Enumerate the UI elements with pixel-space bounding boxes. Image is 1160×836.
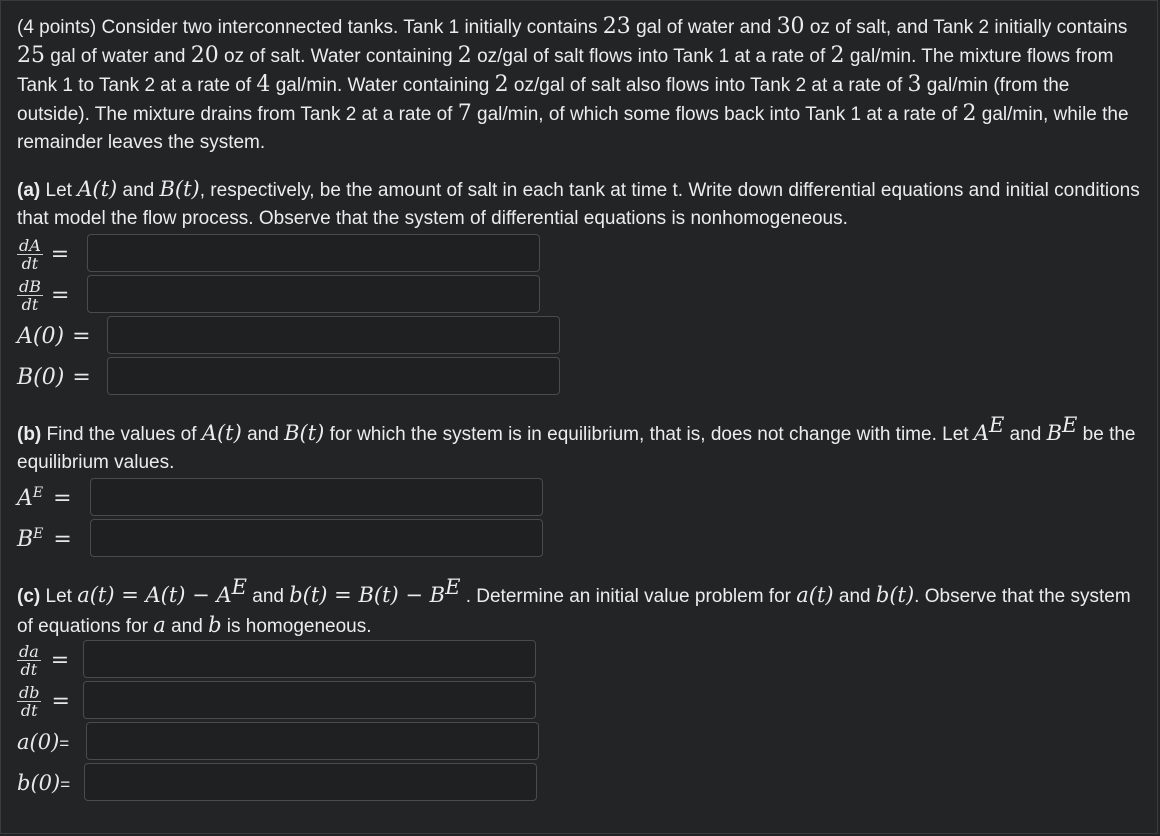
part-c-prompt: (c) Let a(t) = A(t) − AE and b(t) = B(t)… xyxy=(17,575,1131,638)
dB-dt-input[interactable] xyxy=(87,275,540,313)
part-b-label: (b) xyxy=(17,424,42,445)
dB-dt-label: dB dt = xyxy=(17,276,70,314)
problem-statement: (4 points) Consider two interconnected t… xyxy=(17,14,1129,153)
db-dt-input[interactable] xyxy=(83,681,536,719)
B0-input[interactable] xyxy=(107,357,560,395)
part-c-label: (c) xyxy=(17,586,41,607)
BE-label: BE = xyxy=(17,525,72,552)
B0-label: B(0) = xyxy=(17,364,91,390)
points-label: (4 points) xyxy=(17,17,97,38)
dA-dt-label: dA dt = xyxy=(17,235,70,273)
AE-label: AE = xyxy=(17,484,72,511)
A0-label: A(0) = xyxy=(17,323,91,349)
b0-input[interactable] xyxy=(84,763,537,801)
AE-input[interactable] xyxy=(90,478,543,516)
part-a-prompt: (a) Let A(t) and B(t), respectively, be … xyxy=(17,177,1140,229)
db-dt-label: db dt = xyxy=(17,682,70,720)
part-b-prompt: (b) Find the values of A(t) and B(t) for… xyxy=(17,413,1136,474)
dA-dt-input[interactable] xyxy=(87,234,540,272)
BE-input[interactable] xyxy=(90,519,543,557)
part-a-label: (a) xyxy=(17,180,41,201)
a0-label: a(0)= xyxy=(17,730,70,754)
a0-input[interactable] xyxy=(86,722,539,760)
b0-label: b(0)= xyxy=(17,771,71,795)
problem-panel: (4 points) Consider two interconnected t… xyxy=(0,0,1158,834)
A0-input[interactable] xyxy=(107,316,560,354)
da-dt-label: da dt = xyxy=(17,641,70,679)
da-dt-input[interactable] xyxy=(83,640,536,678)
